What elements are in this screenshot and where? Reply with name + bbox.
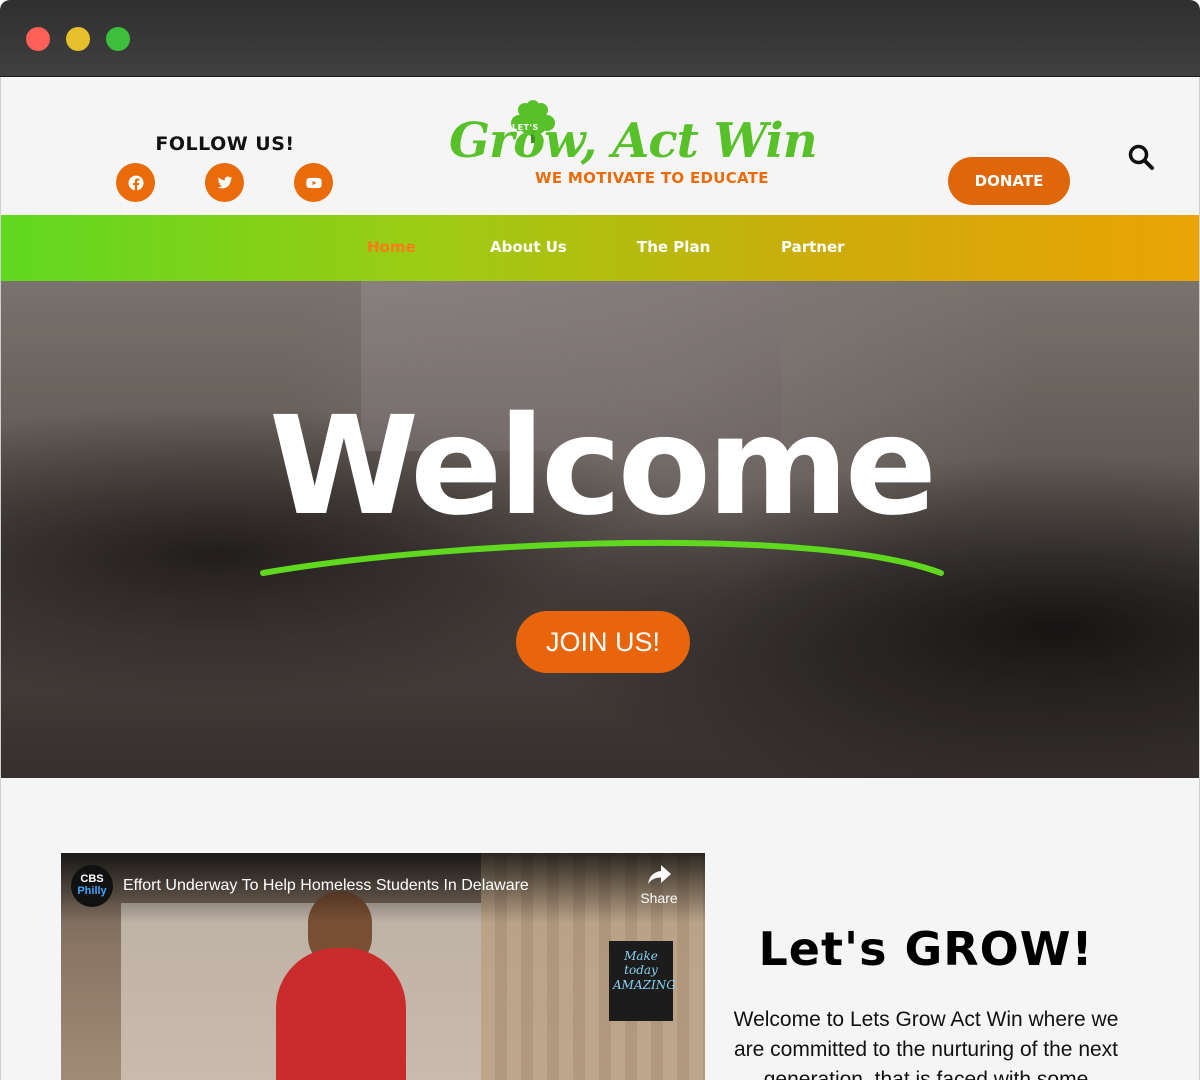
- twitter-icon: [217, 176, 232, 188]
- nav-item-about-us[interactable]: About Us: [490, 238, 567, 256]
- nav-item-partner[interactable]: Partner: [781, 238, 845, 256]
- hero-underline-decoration: [260, 539, 944, 576]
- search-icon[interactable]: [1127, 143, 1155, 171]
- facebook-link[interactable]: [116, 163, 155, 202]
- hero-banner: Welcome JOIN US!: [1, 281, 1199, 778]
- logo-wordmark: Grow, Act Win: [449, 113, 818, 169]
- close-window-button[interactable]: [26, 27, 50, 51]
- logo-tagline: WE MOTIVATE TO EDUCATE: [535, 169, 769, 187]
- video-embed[interactable]: Make today AMAZING CBS Philly Effort Unde…: [61, 853, 705, 1080]
- minimize-window-button[interactable]: [66, 27, 90, 51]
- follow-us-title: FOLLOW US!: [155, 133, 295, 155]
- twitter-link[interactable]: [205, 163, 244, 202]
- share-icon: [648, 865, 671, 884]
- video-poster-text: Make today AMAZING: [613, 949, 676, 992]
- nav-item-home[interactable]: Home: [367, 238, 416, 256]
- section-heading: Let's GROW!: [758, 922, 1094, 976]
- main-nav: Home About Us The Plan Partner: [1, 215, 1199, 281]
- site-logo[interactable]: LET'S Grow, Act Win WE MOTIVATE TO EDUCA…: [441, 99, 818, 193]
- video-poster: Make today AMAZING: [609, 941, 676, 1021]
- share-button[interactable]: Share: [633, 865, 685, 906]
- nav-item-the-plan[interactable]: The Plan: [637, 238, 710, 256]
- intro-paragraph: Welcome to Lets Grow Act Win where we ar…: [733, 1008, 1119, 1080]
- donate-button[interactable]: DONATE: [948, 157, 1070, 205]
- share-label: Share: [640, 890, 678, 906]
- site-header: FOLLOW US! LET'S Grow, Act Win WE MOTIVA…: [1, 77, 1199, 215]
- video-title[interactable]: Effort Underway To Help Homeless Student…: [123, 877, 529, 895]
- hero-title: Welcome: [268, 388, 937, 546]
- channel-logo[interactable]: CBS Philly: [71, 865, 113, 907]
- page: FOLLOW US! LET'S Grow, Act Win WE MOTIVA…: [0, 77, 1200, 1080]
- window-titlebar: [0, 0, 1200, 77]
- youtube-icon: [305, 177, 322, 188]
- facebook-icon: [128, 175, 144, 190]
- zoom-window-button[interactable]: [106, 27, 130, 51]
- join-us-button[interactable]: JOIN US!: [516, 611, 690, 673]
- youtube-link[interactable]: [294, 163, 333, 202]
